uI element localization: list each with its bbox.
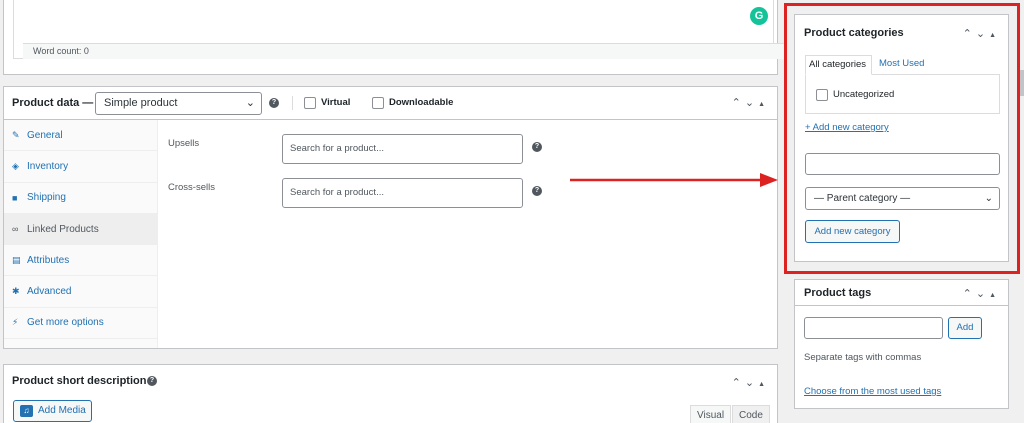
product-tags-header: Product tags ⌃⌄▲ (795, 280, 1008, 306)
category-list: Uncategorized (805, 74, 1000, 114)
add-media-button[interactable]: ♫ Add Media (13, 400, 92, 422)
link-icon: ∞ (12, 224, 19, 235)
move-up-icon[interactable]: ⌃ (963, 28, 976, 40)
box-controls: ⌃⌄▲ (963, 27, 1000, 40)
help-icon[interactable]: ? (269, 98, 279, 108)
list-icon: ▤ (12, 254, 21, 265)
move-down-icon[interactable]: ⌄ (976, 288, 989, 300)
move-down-icon[interactable]: ⌄ (745, 377, 758, 389)
tab-most-used[interactable]: Most Used (879, 58, 924, 69)
product-data-tabs: ✎ General ◈ Inventory ■ Shipping ∞ Linked Produ… (4, 120, 158, 348)
category-label: Uncategorized (833, 89, 895, 100)
toggle-panel-icon[interactable]: ▲ (758, 101, 769, 108)
tab-label: Inventory (27, 160, 69, 172)
crosssells-label: Cross-sells (168, 182, 215, 193)
parent-category-select[interactable]: — Parent category — ⌄ (805, 187, 1000, 210)
tag-input[interactable] (804, 317, 943, 339)
move-up-icon[interactable]: ⌃ (732, 377, 745, 389)
product-type-value: Simple product (104, 97, 178, 109)
gear-icon: ✱ (12, 286, 20, 297)
move-down-icon[interactable]: ⌄ (745, 97, 758, 109)
add-tag-button[interactable]: Add (948, 317, 982, 339)
chevron-down-icon: ⌄ (984, 193, 993, 204)
tab-label: Attributes (27, 254, 70, 266)
tab-linked-products[interactable]: ∞ Linked Products (4, 213, 157, 246)
upsells-search-input[interactable]: Search for a product... (282, 134, 523, 164)
tab-shipping[interactable]: ■ Shipping (4, 183, 157, 214)
add-new-category-button[interactable]: Add new category (805, 220, 900, 243)
tab-code[interactable]: Code (732, 405, 770, 423)
chevron-down-icon: ⌄ (245, 97, 255, 109)
add-media-label: Add Media (38, 405, 86, 416)
downloadable-checkbox[interactable] (372, 97, 384, 109)
virtual-checkbox[interactable] (304, 97, 316, 109)
word-count: Word count: 0 (23, 43, 784, 59)
tab-get-more-options[interactable]: ⚡ Get more options (4, 308, 157, 340)
product-type-select[interactable]: Simple product ⌄ (95, 92, 262, 115)
choose-most-used-tags-link[interactable]: Choose from the most used tags (804, 386, 941, 397)
wrench-icon: ✎ (12, 129, 20, 140)
new-category-input[interactable] (805, 153, 1000, 175)
toggle-panel-icon[interactable]: ▲ (989, 292, 1000, 299)
downloadable-label: Downloadable (389, 97, 454, 108)
tag-hint: Separate tags with commas (804, 352, 922, 363)
help-icon[interactable]: ? (147, 376, 157, 386)
box-controls: ⌃⌄▲ (732, 376, 769, 389)
content-editor: G Word count: 0 (3, 0, 784, 75)
move-up-icon[interactable]: ⌃ (732, 97, 745, 109)
grammarly-icon[interactable]: G (750, 7, 768, 25)
add-new-category-link[interactable]: + Add new category (805, 122, 889, 133)
tab-advanced[interactable]: ✱ Advanced (4, 276, 157, 308)
product-categories-title: Product categories (804, 27, 904, 39)
tab-all-categories[interactable]: All categories (805, 55, 872, 75)
parent-category-value: — Parent category — (814, 193, 911, 204)
virtual-label: Virtual (321, 97, 351, 108)
product-categories-box: Product categories ⌃⌄▲ All categories Mo… (794, 14, 1009, 262)
media-icon: ♫ (20, 405, 33, 417)
tab-label: Linked Products (27, 223, 99, 235)
red-arrow-annotation (570, 173, 778, 187)
editor-textarea[interactable]: G Word count: 0 (13, 0, 784, 59)
tab-label: General (27, 129, 63, 141)
divider (292, 96, 293, 110)
product-data-box: Product data — Simple product ⌄ ? Virtua… (3, 86, 778, 349)
tab-label: Advanced (27, 286, 72, 298)
product-data-header: Product data — Simple product ⌄ ? Virtua… (4, 87, 777, 120)
short-description-title: Product short description (12, 375, 147, 387)
category-checkbox[interactable] (816, 89, 828, 101)
crosssells-help-icon[interactable]: ? (532, 186, 542, 196)
tab-general[interactable]: ✎ General (4, 120, 157, 152)
tab-label: Get more options (27, 317, 104, 329)
toggle-panel-icon[interactable]: ▲ (989, 32, 1000, 39)
upsells-label: Upsells (168, 138, 200, 149)
box-controls: ⌃⌄▲ (732, 96, 769, 109)
tab-visual[interactable]: Visual (690, 405, 732, 423)
plugin-icon: ⚡ (12, 317, 19, 328)
truck-icon: ■ (12, 192, 18, 203)
upsells-help-icon[interactable]: ? (532, 142, 542, 152)
tab-label: Shipping (27, 192, 66, 204)
short-description-box: Product short description ? ⌃⌄▲ ♫ Add Me… (3, 364, 778, 423)
tag-icon: ◈ (12, 160, 19, 171)
move-down-icon[interactable]: ⌄ (976, 28, 989, 40)
product-tags-box: Product tags ⌃⌄▲ Add Separate tags with … (794, 279, 1009, 409)
move-up-icon[interactable]: ⌃ (963, 288, 976, 300)
box-controls: ⌃⌄▲ (963, 287, 1000, 300)
toggle-panel-icon[interactable]: ▲ (758, 381, 769, 388)
product-data-title: Product data — (12, 97, 94, 109)
crosssells-search-input[interactable]: Search for a product... (282, 178, 523, 208)
product-tags-title: Product tags (804, 287, 872, 299)
tab-inventory[interactable]: ◈ Inventory (4, 151, 157, 183)
tab-attributes[interactable]: ▤ Attributes (4, 245, 157, 277)
